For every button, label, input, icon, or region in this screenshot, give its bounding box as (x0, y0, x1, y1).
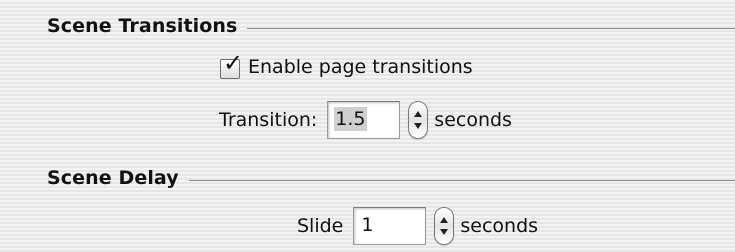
scene-transitions-title: Scene Transitions (47, 15, 238, 37)
section-divider (247, 28, 735, 30)
transition-duration-row: Transition: 1.5 seconds (219, 98, 512, 142)
slide-input-wrap: 1 (353, 207, 427, 245)
slide-seconds-input[interactable] (353, 207, 427, 245)
transition-stepper[interactable] (408, 101, 429, 139)
scene-delay-title: Scene Delay (47, 167, 179, 189)
slide-delay-row: Slide 1 seconds (297, 204, 538, 248)
checkmark-icon: ✓ (223, 48, 244, 77)
transition-unit-label: seconds (434, 109, 512, 131)
slide-stepper[interactable] (434, 207, 455, 245)
arrow-down-icon[interactable] (414, 123, 423, 129)
transition-seconds-input[interactable] (327, 101, 401, 139)
transition-label: Transition: (219, 109, 318, 131)
enable-transitions-checkbox[interactable]: ✓ (220, 51, 243, 79)
section-divider (188, 180, 735, 182)
arrow-up-icon[interactable] (414, 111, 423, 117)
transition-input-wrap: 1.5 (327, 101, 401, 139)
slide-label: Slide (297, 215, 344, 237)
scene-transitions-header: Scene Transitions (47, 15, 735, 37)
arrow-up-icon[interactable] (440, 217, 449, 223)
slide-unit-label: seconds (460, 215, 539, 237)
enable-transitions-label[interactable]: Enable page transitions (248, 56, 473, 78)
scene-delay-header: Scene Delay (47, 167, 735, 189)
arrow-down-icon[interactable] (440, 229, 449, 235)
enable-transitions-row: ✓ Enable page transitions (220, 50, 473, 84)
